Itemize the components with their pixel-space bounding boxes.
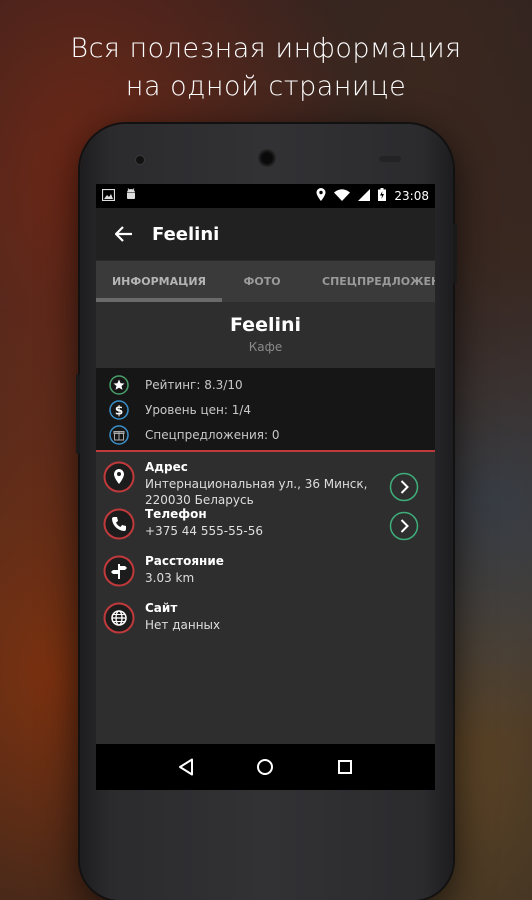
battery-charging-icon [378, 188, 387, 204]
phone-frame: 23:08 Feelini ИНФОРМАЦИЯ ФОТО СПЕЦПРЕДЛО… [76, 124, 457, 900]
address-item: Адрес Интернациональная ул., 36 Минск, 2… [96, 460, 435, 507]
location-pin-icon [103, 461, 135, 493]
nav-recents-icon [338, 760, 353, 774]
signal-icon [358, 188, 371, 204]
rating-text: Рейтинг: 8.3/10 [145, 377, 243, 392]
address-label: Адрес [145, 460, 188, 474]
offers-text: Спецпредложения: 0 [145, 427, 280, 442]
distance-item: Расстояние 3.03 km [96, 554, 435, 601]
promo-line-1: Вся полезная информация [70, 33, 462, 64]
rating-row: Рейтинг: 8.3/10 [109, 372, 435, 397]
site-item: Сайт Нет данных [96, 601, 435, 648]
earpiece-speaker [258, 149, 276, 167]
dollar-icon: $ [109, 399, 129, 420]
tab-offers[interactable]: СПЕЦПРЕДЛОЖЕНИЯ [302, 261, 435, 302]
location-icon [316, 188, 326, 204]
address-value: Интернациональная ул., 36 Минск, 220030 … [145, 476, 367, 508]
phone-item: Телефон +375 44 555-55-56 [96, 507, 435, 554]
tab-photo[interactable]: ФОТО [222, 261, 302, 302]
toolbar-title: Feelini [152, 223, 220, 245]
app-toolbar: Feelini [96, 208, 435, 260]
nav-home-icon [257, 759, 274, 775]
price-text: Уровень цен: 1/4 [145, 402, 252, 417]
front-camera [136, 156, 144, 164]
address-open-button[interactable] [389, 472, 419, 502]
nav-home-button[interactable] [253, 755, 277, 779]
address-line-2: 220030 Беларусь [145, 493, 254, 507]
image-icon [101, 188, 116, 204]
proximity-sensor [379, 156, 401, 162]
tab-indicator [96, 298, 222, 302]
gift-icon [109, 424, 129, 445]
status-time: 23:08 [394, 189, 429, 203]
distance-label: Расстояние [145, 554, 224, 568]
phone-icon [103, 508, 135, 540]
place-name: Feelini [229, 314, 302, 336]
back-button[interactable] [112, 222, 136, 246]
globe-icon [103, 602, 135, 634]
phone-screen: 23:08 Feelini ИНФОРМАЦИЯ ФОТО СПЕЦПРЕДЛО… [96, 184, 435, 790]
nav-back-button[interactable] [174, 755, 198, 779]
status-bar: 23:08 [96, 184, 435, 208]
place-header: Feelini Кафе [96, 302, 435, 368]
nav-recents-button[interactable] [333, 755, 357, 779]
svg-text:$: $ [115, 403, 123, 417]
tab-info[interactable]: ИНФОРМАЦИЯ [96, 261, 222, 302]
phone-volume-button [76, 374, 80, 454]
star-icon [109, 374, 129, 395]
site-label: Сайт [145, 601, 178, 615]
phone-call-button[interactable] [389, 511, 419, 541]
android-icon [125, 188, 137, 204]
phone-value: +375 44 555-55-56 [145, 524, 263, 538]
distance-value: 3.03 km [145, 571, 195, 585]
system-nav-bar [96, 744, 435, 790]
wifi-icon [334, 188, 351, 204]
info-panel: Рейтинг: 8.3/10 $ Уровень цен: 1/4 Спецп… [96, 368, 435, 452]
price-row: $ Уровень цен: 1/4 [109, 397, 435, 422]
offers-row: Спецпредложения: 0 [109, 422, 435, 447]
signpost-icon [103, 555, 135, 587]
phone-power-button [453, 224, 457, 284]
place-type: Кафе [248, 340, 283, 354]
details-list: Адрес Интернациональная ул., 36 Минск, 2… [96, 452, 435, 648]
tab-bar: ИНФОРМАЦИЯ ФОТО СПЕЦПРЕДЛОЖЕНИЯ [96, 260, 435, 302]
promo-line-2: на одной странице [125, 71, 407, 102]
site-value: Нет данных [145, 618, 221, 632]
nav-back-icon [178, 758, 193, 776]
address-line-1: Интернациональная ул., 36 Минск, [145, 477, 368, 491]
arrow-back-icon [115, 226, 132, 242]
phone-label: Телефон [145, 507, 207, 521]
promo-headline: Вся полезная информация на одной страниц… [0, 30, 532, 106]
